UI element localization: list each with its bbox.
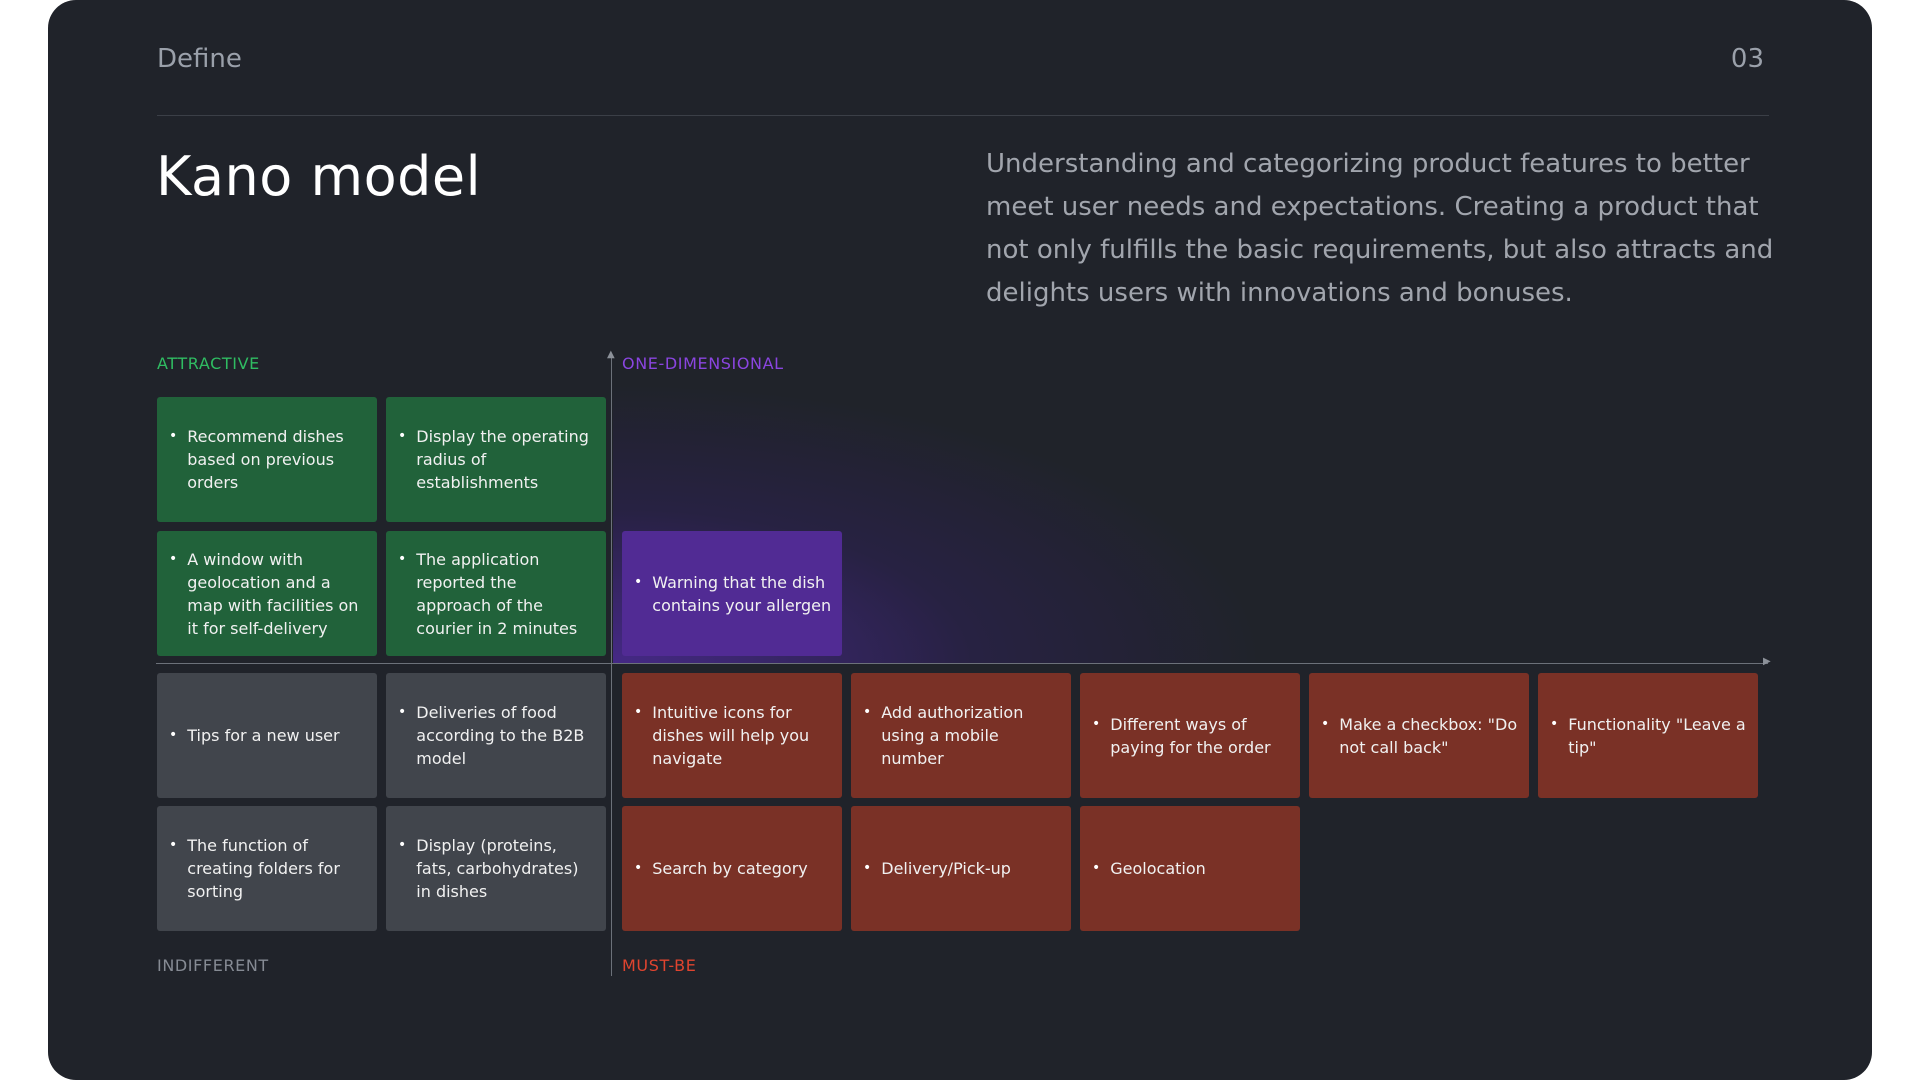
bullet-icon: • bbox=[398, 704, 407, 720]
card-text: The application reported the approach of… bbox=[416, 549, 578, 638]
card-text: Add authorization using a mobile number bbox=[881, 703, 1024, 768]
card-text: Make a checkbox: "Do not call back" bbox=[1339, 714, 1518, 757]
card-text: A window with geolocation and a map with… bbox=[187, 549, 359, 638]
bullet-icon: • bbox=[634, 704, 643, 720]
bullet-icon: • bbox=[863, 860, 872, 876]
attractive-card: • Recommend dishes based on previous orde… bbox=[157, 397, 377, 522]
must-be-label: MUST-BE bbox=[622, 956, 697, 975]
bullet-icon: • bbox=[863, 704, 872, 720]
arrow-up-icon: ▲ bbox=[607, 349, 615, 360]
bullet-icon: • bbox=[398, 428, 407, 444]
bullet-icon: • bbox=[398, 837, 407, 853]
bullet-icon: • bbox=[1092, 715, 1101, 732]
bullet-icon: • bbox=[169, 428, 178, 444]
attractive-card: • A window with geolocation and a map wit… bbox=[157, 531, 377, 656]
card-text: Intuitive icons for dishes will help you… bbox=[652, 703, 810, 768]
arrow-right-icon: ▶ bbox=[1763, 656, 1771, 667]
slide: Define 03 Kano model Understanding and c… bbox=[48, 0, 1872, 1080]
page-number: 03 bbox=[1730, 44, 1764, 74]
indifferent-card: • Tips for a new user bbox=[157, 673, 377, 798]
must-be-card: • Intuitive icons for dishes will help yo… bbox=[622, 673, 842, 798]
attractive-card: • The application reported the approach o… bbox=[386, 531, 606, 656]
bullet-icon: • bbox=[169, 550, 178, 567]
bullet-icon: • bbox=[1092, 860, 1101, 876]
section-label: Define bbox=[157, 44, 242, 74]
card-text: Geolocation bbox=[1110, 859, 1206, 878]
bullet-icon: • bbox=[169, 837, 178, 853]
bullet-icon: • bbox=[398, 550, 407, 567]
bullet-icon: • bbox=[169, 727, 178, 743]
card-text: Different ways of paying for the order bbox=[1110, 714, 1271, 757]
header-divider bbox=[157, 115, 1769, 116]
page-description: Understanding and categorizing product f… bbox=[986, 149, 1774, 308]
card-text: Search by category bbox=[652, 859, 808, 878]
card-text: Warning that the dish contains your alle… bbox=[652, 572, 832, 615]
must-be-card: • Search by category bbox=[622, 806, 842, 931]
card-text: Display (proteins, fats, carbohydrates) … bbox=[416, 836, 579, 901]
card-text: The function of creating folders for sor… bbox=[187, 836, 340, 901]
vertical-axis bbox=[611, 356, 612, 976]
attractive-label: ATTRACTIVE bbox=[157, 354, 260, 373]
must-be-card: • Add authorization using a mobile number bbox=[851, 673, 1071, 798]
one-dimensional-card: • Warning that the dish contains your all… bbox=[622, 531, 842, 656]
one-dimensional-label: ONE-DIMENSIONAL bbox=[622, 354, 784, 373]
bullet-icon: • bbox=[1550, 715, 1559, 732]
horizontal-axis bbox=[156, 663, 1768, 664]
bullet-icon: • bbox=[1321, 715, 1330, 732]
bullet-icon: • bbox=[634, 860, 643, 876]
indifferent-label: INDIFFERENT bbox=[157, 956, 269, 975]
card-text: Recommend dishes based on previous order… bbox=[187, 427, 344, 492]
bullet-icon: • bbox=[634, 573, 643, 590]
page-title: Kano model bbox=[156, 145, 482, 208]
indifferent-card: • The function of creating folders for so… bbox=[157, 806, 377, 931]
card-text: Tips for a new user bbox=[187, 726, 340, 745]
must-be-card: • Different ways of paying for the order bbox=[1080, 673, 1300, 798]
must-be-card: • Geolocation bbox=[1080, 806, 1300, 931]
card-text: Display the operating radius of establis… bbox=[416, 427, 589, 492]
must-be-card: • Functionality "Leave a tip" bbox=[1538, 673, 1758, 798]
must-be-card: • Delivery/Pick-up bbox=[851, 806, 1071, 931]
attractive-card: • Display the operating radius of establi… bbox=[386, 397, 606, 522]
indifferent-card: • Display (proteins, fats, carbohydrates)… bbox=[386, 806, 606, 931]
indifferent-card: • Deliveries of food according to the B2B… bbox=[386, 673, 606, 798]
must-be-card: • Make a checkbox: "Do not call back" bbox=[1309, 673, 1529, 798]
card-text: Functionality "Leave a tip" bbox=[1568, 714, 1746, 757]
card-text: Delivery/Pick-up bbox=[881, 859, 1011, 878]
card-text: Deliveries of food according to the B2B … bbox=[416, 703, 585, 768]
